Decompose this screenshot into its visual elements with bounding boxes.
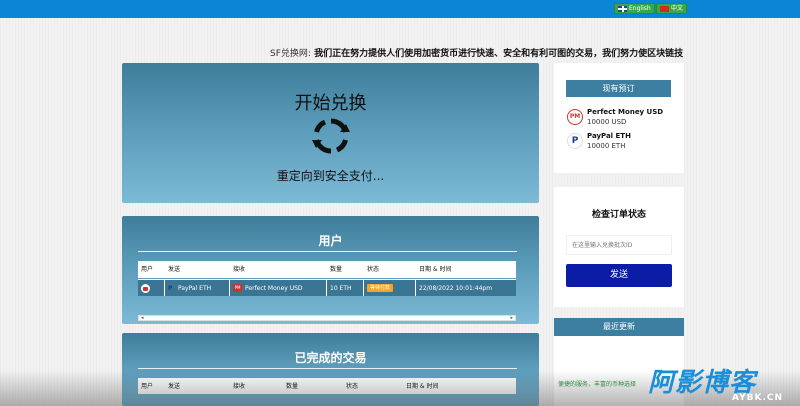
reserve-item: P PayPal ETH 10000 ETH [567, 131, 677, 153]
column-header-user: 用户 [141, 266, 154, 273]
column-header-status: 状态 [367, 266, 380, 273]
reserve-name: Perfect Money USD [587, 108, 664, 116]
datetime-cell: 22/08/2022 10:01:44pm [416, 280, 516, 296]
table-header: 用户 发送 接收 数量 状态 日期 & 时间 [138, 261, 516, 278]
announcement-marquee: SF兑换网: 我们正在努力提供人们使用加密货币进行快速、安全和有利可图的交易，我… [270, 47, 685, 61]
batch-id-input[interactable] [566, 235, 672, 255]
table-row: P PayPal ETH PM Perfect Money USD 10 ETH… [138, 279, 516, 296]
receive-value: Perfect Money USD [245, 284, 303, 292]
completed-panel-title: 已完成的交易 [294, 351, 367, 365]
perfect-money-logo-icon: PM [567, 109, 583, 125]
column-header-datetime: 日期 & 时间 [406, 383, 439, 390]
reserve-amount: 10000 USD [587, 118, 627, 126]
amount-value: 10 ETH [330, 284, 352, 292]
column-header-amount: 数量 [286, 383, 299, 390]
language-chinese-button[interactable]: 中文 [656, 3, 688, 14]
language-english-label: English [629, 5, 651, 12]
column-header-amount: 数量 [330, 266, 343, 273]
reserve-amount: 10000 ETH [587, 142, 626, 150]
marquee-text: 我们正在努力提供人们使用加密货币进行快速、安全和有利可图的交易，我们努力使区块链… [314, 49, 684, 59]
divider [138, 251, 517, 252]
send-cell: P PayPal ETH [165, 280, 230, 296]
column-header-receive: 接收 [233, 383, 246, 390]
column-header-send: 发送 [168, 266, 181, 273]
refresh-icon [312, 118, 350, 154]
user-lock-icon [141, 283, 150, 293]
perfect-money-icon: PM [233, 284, 242, 292]
marquee-prefix: SF兑换网: [270, 49, 311, 59]
column-header-send: 发送 [168, 383, 181, 390]
redirect-status-text: 重定向到安全支付... [276, 169, 385, 183]
table-header: 用户 发送 接收 数量 状态 日期 & 时间 [138, 378, 516, 394]
exchange-progress-panel: 开始兑换 重定向到安全支付... [122, 63, 539, 203]
users-panel-title: 用户 [318, 234, 343, 248]
reserves-title: 现有预订 [566, 80, 671, 97]
amount-cell: 10 ETH [327, 280, 364, 296]
status-badge: 等待付款 [367, 284, 394, 292]
receive-cell: PM Perfect Money USD [230, 280, 327, 296]
language-chinese-label: 中文 [671, 5, 684, 12]
reserve-item: PM Perfect Money USD 10000 USD [567, 107, 677, 129]
recent-updates-title: 最近更新 [554, 318, 684, 336]
china-flag-icon [660, 5, 669, 12]
user-cell [138, 280, 165, 296]
top-bar: English 中文 [0, 0, 800, 18]
datetime-value: 22/08/2022 10:01:44pm [419, 284, 493, 292]
send-value: PayPal ETH [178, 284, 212, 292]
check-order-card: 检查订单状态 发送 [554, 187, 684, 307]
watermark-logo: 阿影博客 AYBK.CN [640, 362, 790, 404]
language-english-button[interactable]: English [614, 3, 655, 14]
column-header-receive: 接收 [233, 266, 246, 273]
completed-transactions-panel: 已完成的交易 用户 发送 接收 数量 状态 日期 & 时间 [122, 333, 539, 406]
check-order-title: 检查订单状态 [591, 210, 646, 220]
scroll-left-icon[interactable]: ◂ [141, 316, 144, 321]
recent-updates-text: 便捷的服务，丰富的币种选择 [558, 381, 637, 388]
exchange-start-title: 开始兑换 [294, 93, 367, 114]
watermark-en: AYBK.CN [732, 393, 784, 403]
column-header-status: 状态 [346, 383, 359, 390]
paypal-logo-icon: P [567, 133, 583, 149]
send-button[interactable]: 发送 [566, 264, 672, 287]
scroll-right-icon[interactable]: ▸ [510, 316, 513, 321]
users-panel: 用户 用户 发送 接收 数量 状态 日期 & 时间 P PayPal ETH P… [122, 216, 539, 324]
column-header-user: 用户 [141, 383, 154, 390]
uk-flag-icon [618, 5, 627, 12]
divider [138, 368, 517, 369]
reserves-card: 现有预订 PM Perfect Money USD 10000 USD P Pa… [554, 63, 684, 173]
paypal-icon: P [168, 284, 173, 292]
column-header-datetime: 日期 & 时间 [419, 266, 452, 273]
horizontal-scrollbar[interactable]: ◂ ▸ [138, 315, 516, 321]
reserve-name: PayPal ETH [587, 132, 631, 140]
status-cell: 等待付款 [364, 280, 416, 296]
